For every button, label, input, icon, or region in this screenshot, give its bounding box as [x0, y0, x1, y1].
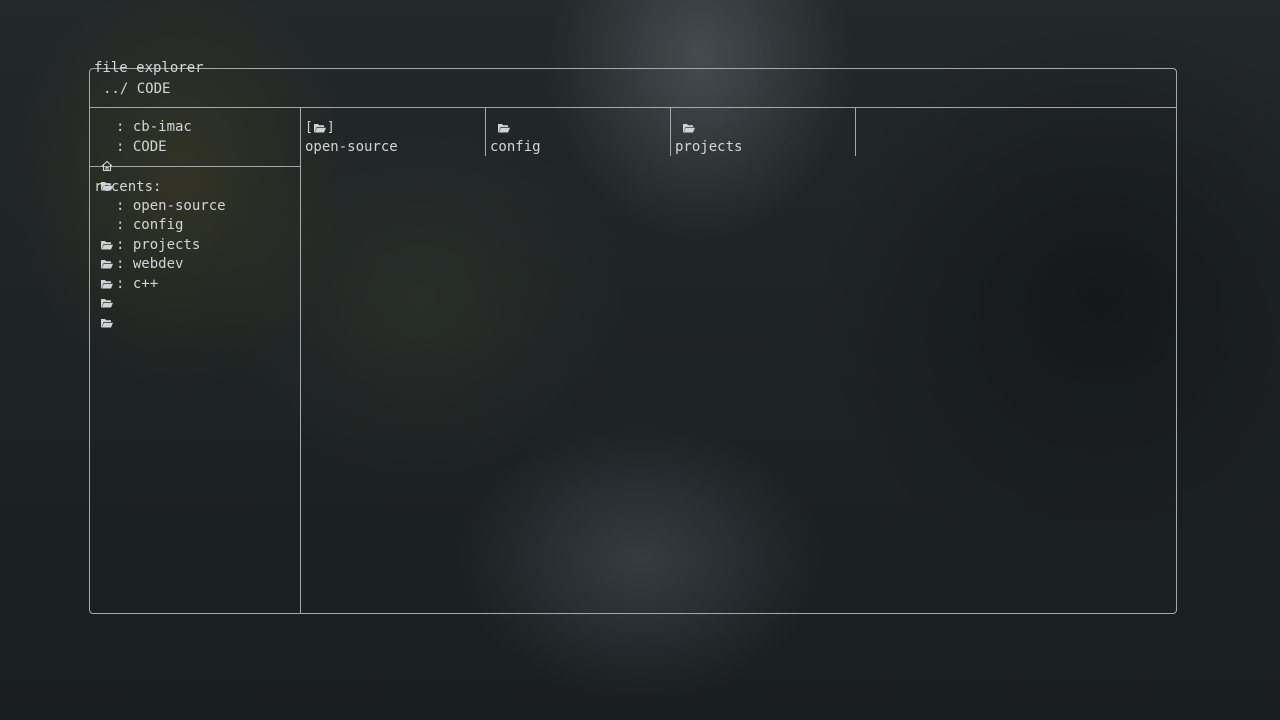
recent-item-label: config [132, 217, 184, 233]
folder-tile-projects[interactable]: projects [671, 108, 856, 156]
colon-separator: : [116, 237, 133, 253]
colon-separator: : [116, 217, 133, 233]
colon-separator: : [116, 139, 133, 155]
folder-tile-label: config [490, 139, 541, 155]
recent-item-open-source[interactable]: : open-source [100, 197, 226, 249]
file-explorer-window: file explorer ../ CODE : cb-imac : CODE … [89, 60, 1177, 614]
recent-item-label: c++ [132, 276, 159, 292]
sidebar-places: : cb-imac : CODE [90, 108, 300, 190]
recent-item-config[interactable]: : config [100, 216, 184, 268]
selected-folder-indicator: [ ] [305, 120, 335, 136]
folder-tile-label: open-source [305, 139, 398, 155]
folder-icon [100, 239, 114, 288]
sidebar-item-label: cb-imac [132, 119, 192, 135]
left-bracket: [ [305, 120, 313, 135]
folder-icon [497, 120, 511, 136]
sidebar-item-code[interactable]: : CODE [100, 138, 167, 190]
recent-item-projects[interactable]: : projects [100, 236, 201, 288]
recents-heading: recents: [94, 179, 162, 195]
recent-item-label: webdev [132, 256, 184, 272]
folder-icon [100, 200, 114, 249]
folder-tile-config[interactable]: config [486, 108, 671, 156]
sidebar: : cb-imac : CODE recents: : open-source … [90, 108, 301, 613]
sidebar-item-label: CODE [132, 139, 167, 155]
recent-item-label: open-source [132, 198, 226, 214]
colon-separator: : [116, 276, 133, 292]
recent-item-webdev[interactable]: : webdev [100, 255, 184, 307]
folder-tile-open-source[interactable]: [ ] open-source [301, 108, 486, 156]
folder-icon [100, 278, 114, 327]
colon-separator: : [116, 256, 133, 272]
colon-separator: : [116, 119, 133, 135]
folder-icon [100, 219, 114, 268]
window-title: file explorer [94, 60, 204, 76]
folder-icon [682, 120, 696, 136]
recent-item-cpp[interactable]: : c++ [100, 275, 159, 327]
sidebar-item-home[interactable]: : cb-imac [100, 118, 192, 171]
folder-icon [313, 121, 327, 135]
folder-grid: [ ] open-source config projects [301, 108, 1176, 613]
folder-icon [100, 258, 114, 307]
folder-icon [100, 141, 114, 190]
current-path: ../ CODE [103, 81, 171, 97]
recent-item-label: projects [132, 237, 201, 253]
right-bracket: ] [326, 120, 335, 135]
folder-tile-label: projects [675, 139, 743, 155]
home-icon [100, 121, 114, 171]
colon-separator: : [116, 198, 133, 214]
